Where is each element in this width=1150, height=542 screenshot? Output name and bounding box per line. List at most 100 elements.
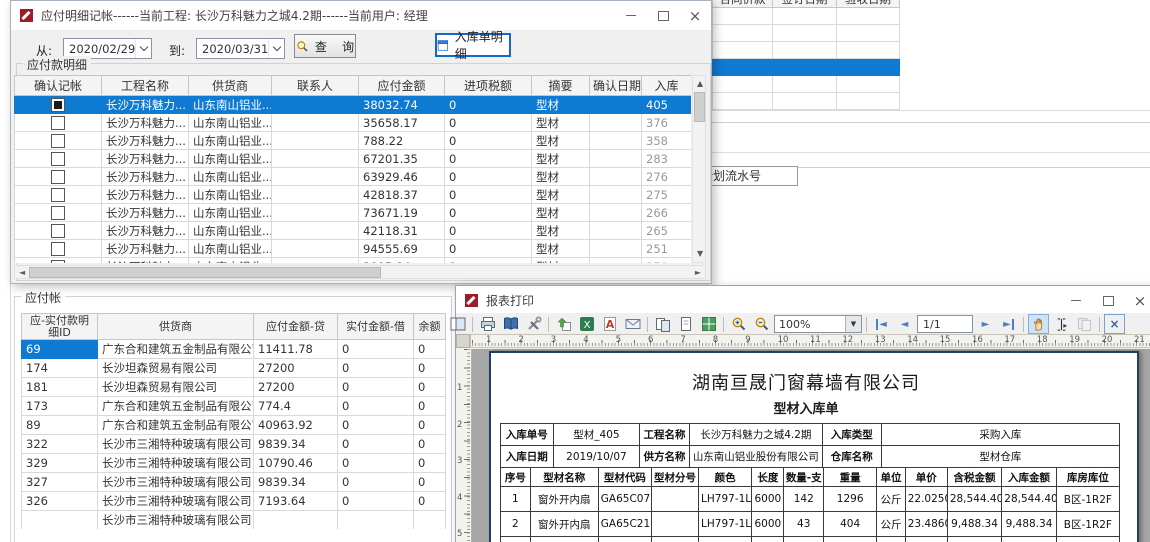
column-header[interactable]: 合同价款 bbox=[713, 0, 773, 8]
inbound-detail-button[interactable]: 入库单明细 bbox=[435, 33, 511, 57]
chevron-down-icon[interactable] bbox=[268, 39, 284, 58]
vertical-scrollbar[interactable]: ▲ ▼ bbox=[692, 75, 706, 263]
hand-tool-button[interactable] bbox=[1028, 314, 1049, 334]
table-row[interactable]: 长沙万科魅力...山东南山铝业...67201.35 0型材283 bbox=[15, 150, 692, 168]
column-header[interactable]: 联系人 bbox=[272, 76, 359, 96]
table-row[interactable] bbox=[713, 76, 900, 93]
column-header[interactable]: 余额 bbox=[414, 314, 446, 340]
table-row[interactable]: 326长沙市三湘特种玻璃有限公司7193.6400 bbox=[22, 492, 446, 511]
zoom-level-select[interactable]: 100% ▼ bbox=[774, 315, 862, 333]
table-row[interactable]: 长沙万科魅力...山东南山铝业...3895.84 0型材250 bbox=[15, 258, 692, 264]
two-page-view-icon[interactable] bbox=[652, 314, 673, 334]
table-row[interactable]: 长沙万科魅力...山东南山铝业...35658.17 0型材376 bbox=[15, 114, 692, 132]
minimize-button[interactable] bbox=[1060, 286, 1092, 315]
column-header[interactable]: 应-实付款明细ID bbox=[22, 314, 98, 340]
table-row[interactable]: 322长沙市三湘特种玻璃有限公司9839.3400 bbox=[22, 435, 446, 454]
column-header[interactable]: 摘要 bbox=[532, 76, 590, 96]
table-row[interactable]: 181长沙坦森贸易有限公司2720000 bbox=[22, 378, 446, 397]
scroll-right-icon[interactable]: ► bbox=[695, 269, 701, 277]
column-header[interactable]: 工程名称 bbox=[102, 76, 189, 96]
table-row[interactable]: 长沙万科魅力...山东南山铝业...38032.74 0型材405 bbox=[15, 96, 692, 114]
horizontal-scrollbar[interactable]: ◄ ► bbox=[14, 265, 706, 279]
close-button[interactable]: × bbox=[679, 1, 711, 30]
zoom-in-icon[interactable] bbox=[728, 314, 749, 334]
scrollbar-thumb[interactable] bbox=[29, 267, 381, 278]
scroll-down-icon[interactable]: ▼ bbox=[697, 250, 703, 258]
table-row[interactable]: 长沙万科魅力...山东南山铝业...42118.31 0型材265 bbox=[15, 222, 692, 240]
column-header[interactable]: 入库 bbox=[642, 76, 692, 96]
confirm-checkbox[interactable] bbox=[51, 134, 65, 148]
table-row[interactable]: 89广东合和建筑五金制品有限公司40963.9200 bbox=[22, 416, 446, 435]
column-header[interactable]: 应付金额 bbox=[359, 76, 445, 96]
last-page-button[interactable]: ► bbox=[998, 314, 1019, 334]
table-row[interactable]: 长沙万科魅力...山东南山铝业...788.22 0型材358 bbox=[15, 132, 692, 150]
export-icon[interactable] bbox=[553, 314, 574, 334]
scroll-up-icon[interactable]: ▲ bbox=[697, 80, 703, 88]
multi-page-view-icon[interactable] bbox=[698, 314, 719, 334]
confirm-checkbox[interactable] bbox=[51, 116, 65, 130]
table-row-selected[interactable] bbox=[713, 59, 900, 76]
maximize-button[interactable] bbox=[1092, 286, 1124, 315]
confirm-checkbox[interactable] bbox=[51, 152, 65, 166]
column-header[interactable]: 应付金额-贷 bbox=[254, 314, 338, 340]
zoom-out-icon[interactable] bbox=[751, 314, 772, 334]
copy-icon[interactable] bbox=[1074, 314, 1095, 334]
column-header[interactable]: 确认日期 bbox=[590, 76, 642, 96]
excel-export-icon[interactable]: X bbox=[576, 314, 597, 334]
column-header[interactable]: 供货商 bbox=[189, 76, 272, 96]
toc-panel-icon[interactable] bbox=[447, 314, 468, 334]
table-row[interactable]: 长沙万科魅力...山东南山铝业...42818.37 0型材275 bbox=[15, 186, 692, 204]
table-row[interactable]: 174长沙坦森贸易有限公司2720000 bbox=[22, 359, 446, 378]
chevron-down-icon[interactable]: ▼ bbox=[845, 316, 861, 332]
table-row[interactable]: 长沙万科魅力...山东南山铝业...94555.69 0型材251 bbox=[15, 240, 692, 258]
confirm-checkbox[interactable] bbox=[51, 224, 65, 238]
maximize-button[interactable] bbox=[647, 1, 679, 30]
single-page-view-icon[interactable] bbox=[675, 314, 696, 334]
table-row[interactable]: 327长沙市三湘特种玻璃有限公司9839.3400 bbox=[22, 473, 446, 492]
next-page-button[interactable]: ► bbox=[975, 314, 996, 334]
table-row[interactable]: 173广东合和建筑五金制品有限公司774.400 bbox=[22, 397, 446, 416]
table-row[interactable] bbox=[713, 93, 900, 110]
report-page[interactable]: 湖南亘晟门窗幕墙有限公司 型材入库单 入库单号型材_405工程名称 长沙万科魅力… bbox=[489, 351, 1139, 542]
close-button[interactable]: × bbox=[1124, 286, 1150, 315]
scrollbar-thumb[interactable] bbox=[694, 92, 705, 122]
pdf-export-icon[interactable]: A bbox=[599, 314, 620, 334]
to-date-select[interactable]: 2020/03/31 bbox=[196, 38, 285, 59]
column-header[interactable]: 确认记帐 bbox=[15, 76, 102, 96]
preview-book-icon[interactable] bbox=[500, 314, 521, 334]
confirm-checkbox[interactable] bbox=[51, 188, 65, 202]
query-button[interactable]: 查 询 bbox=[294, 34, 356, 58]
chevron-down-icon[interactable] bbox=[135, 39, 151, 58]
column-header[interactable]: 实付金额-借 bbox=[338, 314, 414, 340]
column-header[interactable]: 签订日期 bbox=[773, 0, 837, 8]
column-header[interactable]: 验收日期 bbox=[837, 0, 900, 8]
titlebar[interactable]: 应付明细记帐------当前工程: 长沙万科魅力之城4.2期------当前用户… bbox=[11, 1, 711, 31]
column-header[interactable]: 供货商 bbox=[98, 314, 254, 340]
table-row[interactable]: 69广东合和建筑五金制品有限公司11411.7800 bbox=[22, 340, 446, 359]
first-page-button[interactable]: ◄ bbox=[871, 314, 892, 334]
table-row[interactable]: 长沙市三湘特种玻璃有限公司 bbox=[22, 511, 446, 530]
table-row[interactable]: 长沙万科魅力...山东南山铝业...63929.46 0型材276 bbox=[15, 168, 692, 186]
table-row[interactable]: 329长沙市三湘特种玻璃有限公司10790.4600 bbox=[22, 454, 446, 473]
confirm-checkbox[interactable] bbox=[51, 98, 65, 112]
table-row[interactable] bbox=[713, 42, 900, 59]
confirm-checkbox[interactable] bbox=[51, 170, 65, 184]
prev-page-button[interactable]: ◄ bbox=[894, 314, 915, 334]
column-header[interactable]: 进项税额 bbox=[445, 76, 532, 96]
table-row[interactable] bbox=[713, 25, 900, 42]
close-preview-icon[interactable]: × bbox=[1104, 314, 1125, 334]
table-row[interactable]: 长沙万科魅力...山东南山铝业...73671.19 0型材266 bbox=[15, 204, 692, 222]
page-setup-tools-icon[interactable] bbox=[523, 314, 544, 334]
confirm-checkbox[interactable] bbox=[51, 206, 65, 220]
page-number-input[interactable]: 1/1 bbox=[917, 315, 973, 333]
scroll-left-icon[interactable]: ◄ bbox=[19, 269, 25, 277]
titlebar[interactable]: 报表打印 × bbox=[456, 286, 1150, 316]
plan-serial-field[interactable]: 计划流水号 bbox=[698, 166, 798, 186]
email-icon[interactable] bbox=[622, 314, 643, 334]
text-select-tool-button[interactable] bbox=[1051, 314, 1072, 334]
minimize-button[interactable] bbox=[615, 1, 647, 30]
confirm-checkbox[interactable] bbox=[51, 260, 65, 263]
table-row[interactable] bbox=[713, 8, 900, 25]
confirm-checkbox[interactable] bbox=[51, 242, 65, 256]
print-icon[interactable] bbox=[477, 314, 498, 334]
